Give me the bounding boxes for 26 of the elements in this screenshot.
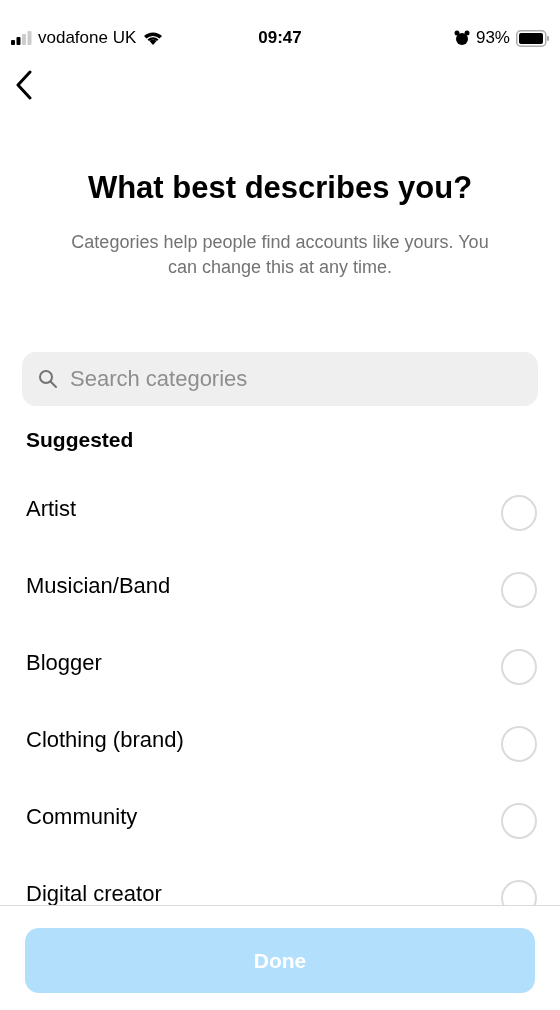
- page-subtitle: Categories help people find accounts like yours. You can change this at any time.: [70, 231, 490, 279]
- carrier-name: vodafone UK: [38, 27, 137, 50]
- page-title: What best describes you?: [86, 170, 474, 206]
- radio-button[interactable]: [501, 725, 537, 762]
- radio-button[interactable]: [501, 571, 537, 608]
- radio-button[interactable]: [501, 494, 537, 531]
- radio-button[interactable]: [501, 879, 537, 905]
- signal-icon: [10, 30, 32, 46]
- radio-button[interactable]: [501, 802, 537, 839]
- category-option[interactable]: Blogger: [0, 624, 560, 701]
- category-option[interactable]: Artist: [0, 470, 560, 547]
- search-field[interactable]: Search categories: [22, 352, 538, 406]
- category-option[interactable]: Digital creator: [0, 855, 560, 905]
- category-option[interactable]: Musician/Band: [0, 547, 560, 624]
- section-heading: Suggested: [26, 428, 135, 452]
- radio-button[interactable]: [501, 648, 537, 685]
- alarm-icon: [453, 30, 470, 46]
- wifi-icon: [142, 30, 165, 46]
- clock-time: 09:47: [258, 27, 302, 50]
- back-icon: [14, 70, 34, 100]
- category-option[interactable]: Community: [0, 778, 560, 855]
- category-option[interactable]: Clothing (brand): [0, 701, 560, 778]
- battery-icon: [516, 29, 550, 47]
- back-button[interactable]: [14, 70, 34, 100]
- search-icon: [38, 369, 58, 389]
- battery-percentage: 93%: [475, 27, 510, 50]
